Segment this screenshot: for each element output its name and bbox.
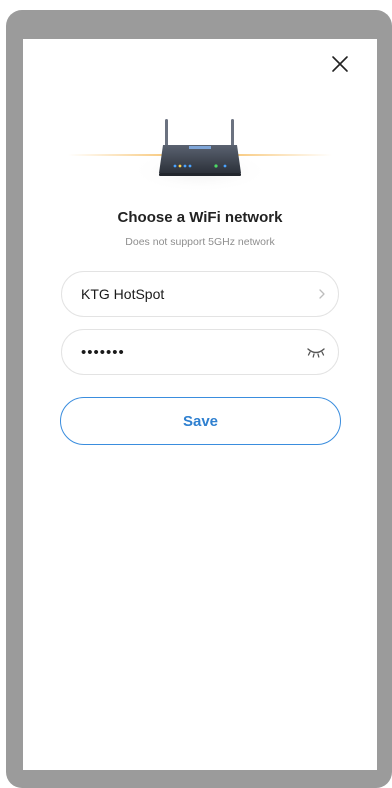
- router-illustration: [23, 109, 377, 209]
- page-subtitle: Does not support 5GHz network: [125, 236, 275, 248]
- save-button[interactable]: Save: [60, 397, 341, 445]
- ssid-value: KTG HotSpot: [81, 286, 165, 302]
- ssid-selector[interactable]: KTG HotSpot: [61, 271, 339, 317]
- close-button[interactable]: [327, 53, 353, 79]
- password-input[interactable]: [81, 343, 306, 361]
- page-title: Choose a WiFi network: [117, 209, 283, 226]
- eye-closed-icon[interactable]: [306, 346, 326, 358]
- password-field: [61, 329, 339, 375]
- close-icon: [331, 55, 349, 78]
- wifi-setup-screen: Choose a WiFi network Does not support 5…: [23, 39, 377, 770]
- chevron-right-icon: [318, 288, 326, 300]
- wifi-router-icon: [68, 119, 332, 193]
